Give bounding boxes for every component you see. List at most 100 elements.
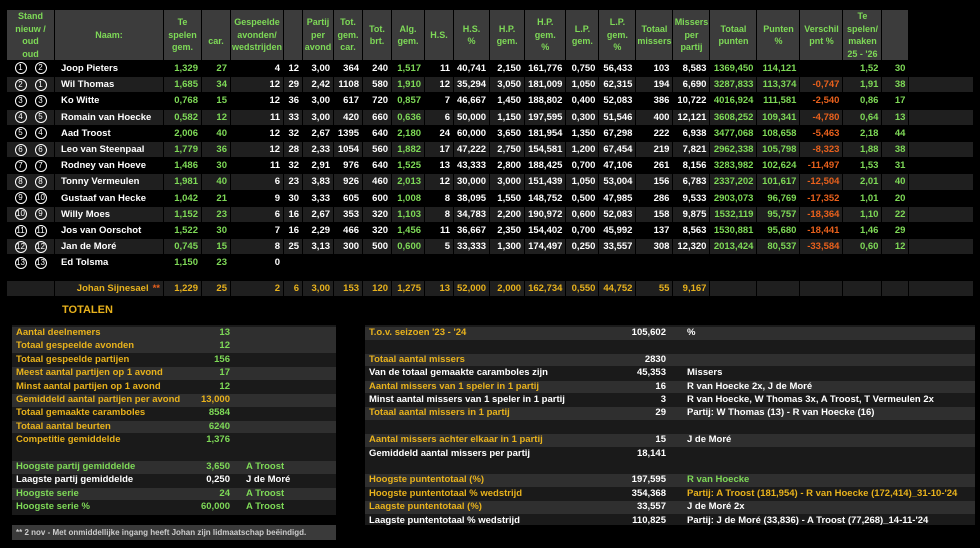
rank-cell	[7, 280, 54, 296]
empty-cell	[909, 280, 973, 296]
rank-cell: 21	[7, 77, 54, 93]
totals-value: 1,376	[206, 434, 230, 446]
cell-hs: 12	[425, 174, 454, 190]
cell-per-avond: 2,67	[303, 125, 334, 142]
standings-table: Stand nieuw / oud oud Naam: Te spelen gem.…	[6, 9, 974, 297]
player-row[interactable]: 13 13 Ed Tolsma 1,150 23 0	[7, 255, 973, 271]
cell-per-avond: 3,00	[303, 280, 334, 296]
cell-ts-gem: 2,18	[843, 125, 882, 142]
cell-missers-pp: 6,938	[673, 125, 710, 142]
player-row[interactable]: 11 11 Jos van Oorschot 1,522 30 7 16 2,29 466 320…	[7, 223, 973, 239]
player-row[interactable]: 9 10 Gustaaf van Hecke 1,042 21 9 30 3,33 605 600…	[7, 190, 973, 206]
row-end	[909, 174, 973, 190]
rank-cell: 88	[7, 174, 54, 190]
cell-tot-car: 605	[334, 190, 363, 206]
player-row[interactable]: 6 6 Leo van Steenpaal 1,779 36 12 28 2,33 1054 56…	[7, 142, 973, 158]
cell-brt: 640	[363, 158, 392, 174]
cell-brt	[363, 255, 392, 271]
cell-gem: 1,685	[164, 77, 201, 93]
cell-lp-pct: 33,557	[599, 239, 636, 255]
cell-per-avond: 2,29	[303, 223, 334, 239]
totals-value: 3	[660, 394, 666, 405]
cell-tot-car: 353	[334, 206, 363, 223]
totals-row: Minst aantal missers van 1 speler in 1 p…	[365, 394, 975, 407]
cell-punten-pct: 113,374	[757, 77, 800, 93]
cell-hp: 2,150	[490, 61, 525, 77]
cell-ts-car: 13	[882, 109, 909, 125]
column-header: car.	[202, 10, 230, 60]
cell-car: 23	[202, 255, 230, 271]
old-rank-badge: 13	[34, 256, 47, 269]
totals-label: Hoogste partij gemiddelde	[16, 461, 136, 472]
column-header: Gespeelde avonden/ wedstrijden	[231, 10, 284, 60]
cell-gem: 1,779	[164, 142, 201, 158]
cell-tot-car: 976	[334, 158, 363, 174]
totals-label: Totaal gespeelde partijen	[16, 353, 130, 365]
totals-label: Totaal aantal missers in 1 partij	[369, 407, 510, 419]
player-row[interactable]: 8 8 Tonny Vermeulen 1,981 40 6 23 3,83 926 460 2,0…	[7, 174, 973, 190]
totals-value: 12	[219, 380, 230, 392]
column-header: Te spelen gem.	[164, 10, 201, 60]
cell-hs-pct: 50,000	[454, 109, 490, 125]
empty-cell	[882, 280, 909, 296]
player-row[interactable]: 1 2 Joop Pieters 1,329 27 4 12 3,00 364 240 1,517 1…	[7, 61, 973, 77]
cell-avonden: 6	[231, 206, 284, 223]
rank-cell: 12 12	[7, 239, 54, 255]
totals-value: 33,557	[636, 501, 666, 513]
cell-missers: 286	[636, 190, 673, 206]
cell-punten: 1530,881	[710, 223, 757, 239]
column-header: H.P. gem.	[490, 10, 525, 60]
cell-car: 15	[202, 93, 230, 109]
cell-ts-gem: 1,46	[843, 223, 882, 239]
cell-lp-pct: 44,752	[599, 280, 636, 296]
cell-lp: 0,500	[566, 190, 599, 206]
cell-tot-car: 300	[334, 239, 363, 255]
cell-hs: 8	[425, 206, 454, 223]
cell-missers: 308	[636, 239, 673, 255]
cell-lp: 0,700	[566, 223, 599, 239]
player-row[interactable]: 4 5 Romain van Hoecke 0,582 12 11 33 3,00 420 660…	[7, 109, 973, 125]
cell-car: 30	[202, 158, 230, 174]
totals-extra: Partij: J de Moré (33,836) - A Troost (7…	[687, 514, 929, 526]
player-row[interactable]: 3 3 Ko Witte 0,768 15 12 36 3,00 617 720 0,857 7 46,…	[7, 93, 973, 109]
cell-avonden: 12	[231, 93, 284, 109]
cell-gem: 1,150	[164, 255, 201, 271]
cell-gem: 0,582	[164, 109, 201, 125]
column-header: Tot. gem. car.	[334, 10, 363, 60]
totals-label: Totaal gemaakte caramboles	[16, 407, 146, 419]
new-rank-badge: 4	[14, 111, 27, 124]
cell-hs-pct: 47,222	[454, 142, 490, 158]
cell-hs: 11	[425, 223, 454, 239]
totals-label: Competitie gemiddelde	[16, 434, 121, 446]
player-row[interactable]: 2 1 Wil Thomas 1,685 34 12 29 2,42 1108 580 1,910 1…	[7, 77, 973, 93]
player-row[interactable]: 12 12 Jan de Moré 0,745 15 8 25 3,13 300 500 0,600…	[7, 239, 973, 255]
player-row[interactable]: 7 7 Rodney van Hoeve 1,486 30 11 32 2,91 976 640 1…	[7, 158, 973, 174]
old-rank-badge: 1	[34, 78, 47, 91]
totals-row: Aantal missers van 1 speler in 1 partij 1…	[365, 380, 975, 394]
cell-alg: 0,857	[392, 93, 425, 109]
former-player-row[interactable]: Johan Sijnesael ** 1,229 25 2 6 3,00 153 120 1,27…	[7, 280, 973, 296]
cell-missers-pp: 8,583	[673, 61, 710, 77]
cell-brt: 120	[363, 280, 392, 296]
rank-cell: 9 10	[7, 190, 54, 206]
cell-per-avond: 3,00	[303, 93, 334, 109]
totals-value: 354,368	[631, 487, 666, 499]
cell-missers-pp: 7,821	[673, 142, 710, 158]
player-row[interactable]: 10 9 Willy Moes 1,152 23 6 16 2,67 353 320 1,103 8 3…	[7, 206, 973, 223]
cell-punten-pct: 102,624	[757, 158, 800, 174]
player-name: Jos van Oorschot	[55, 223, 163, 239]
cell-hs: 17	[425, 142, 454, 158]
totals-value: 156	[214, 353, 230, 365]
old-rank-badge: 3	[34, 94, 47, 107]
totals-label: Van de totaal gemaakte caramboles zijn	[369, 367, 548, 379]
cell-hs: 13	[425, 280, 454, 296]
cell-lp-pct: 67,454	[599, 142, 636, 158]
cell-punten: 4016,924	[710, 93, 757, 109]
cell-car: 40	[202, 125, 230, 142]
old-rank-badge: 4	[34, 127, 47, 140]
cell-hp: 2,000	[490, 280, 525, 296]
player-row[interactable]: 5 4 Aad Troost 2,006 40 12 32 2,67 1395 640 2,180 2…	[7, 125, 973, 142]
totals-row: Aantal missers achter elkaar in 1 partij…	[365, 434, 975, 447]
cell-missers-pp: 6,783	[673, 174, 710, 190]
totals-row: Laagste puntentotaal (%) 33,557 J de Moré …	[365, 501, 975, 514]
